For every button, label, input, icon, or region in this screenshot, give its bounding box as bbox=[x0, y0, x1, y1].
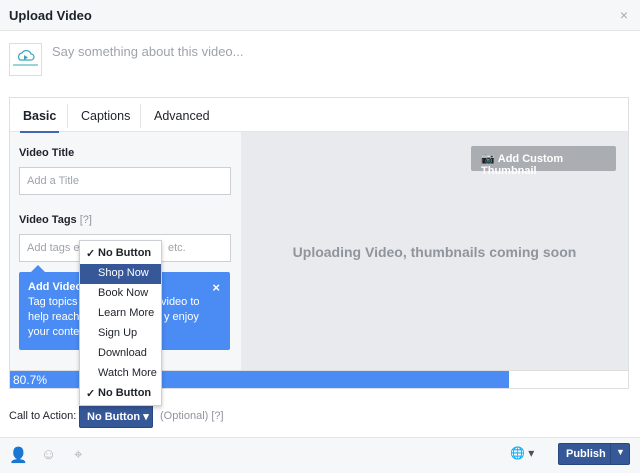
tab-captions[interactable]: Captions bbox=[81, 109, 130, 123]
menu-item[interactable]: ✓ No Button bbox=[80, 384, 161, 404]
call-to-action-label: Call to Action: bbox=[9, 410, 77, 422]
check-icon: ✓ bbox=[86, 248, 96, 260]
tab-basic[interactable]: Basic bbox=[19, 109, 60, 133]
call-to-action-menu: ✓ No Button Shop Now Book Now Learn More Sign… bbox=[79, 240, 162, 406]
dialog-footer bbox=[0, 437, 640, 473]
location-icon[interactable]: ⌖ bbox=[74, 446, 82, 463]
menu-item[interactable]: Watch More bbox=[80, 364, 161, 384]
close-icon[interactable]: × bbox=[620, 7, 628, 23]
emoji-icon[interactable]: ☺ bbox=[41, 446, 56, 463]
menu-item[interactable]: ✓ No Button bbox=[80, 244, 161, 264]
add-custom-thumbnail-button[interactable]: 📷 Add Custom Thumbnail bbox=[471, 146, 616, 177]
dialog-title: Upload Video bbox=[9, 8, 92, 23]
divider bbox=[140, 104, 141, 128]
globe-icon: 🌐 bbox=[510, 446, 525, 460]
menu-item[interactable]: Book Now bbox=[80, 284, 161, 304]
camera-icon: 📷 bbox=[481, 153, 498, 165]
cloud-play-logo-icon bbox=[13, 50, 38, 66]
tag-person-icon[interactable]: 👤 bbox=[9, 446, 28, 464]
audience-selector[interactable]: 🌐 ▾ bbox=[510, 446, 534, 460]
optional-hint: (Optional) [?] bbox=[160, 410, 224, 422]
call-to-action-dropdown[interactable]: No Button ▾ bbox=[79, 404, 153, 428]
status-input[interactable]: Say something about this video... bbox=[52, 44, 244, 59]
video-tags-label: Video Tags [?] bbox=[19, 214, 92, 226]
check-icon: ✓ bbox=[86, 388, 96, 400]
menu-item[interactable]: Sign Up bbox=[80, 324, 161, 344]
menu-item[interactable]: Shop Now bbox=[80, 264, 161, 284]
caret-down-icon: ▾ bbox=[143, 411, 149, 423]
video-title-input[interactable]: Add a Title bbox=[19, 167, 231, 195]
publish-options-caret-icon[interactable]: ▼ bbox=[610, 444, 630, 464]
help-link[interactable]: [?] bbox=[80, 214, 92, 226]
tab-bar: Basic Captions Advanced bbox=[10, 98, 628, 133]
page-avatar bbox=[9, 43, 42, 76]
uploading-message: Uploading Video, thumbnails coming soon bbox=[292, 244, 577, 260]
tab-advanced[interactable]: Advanced bbox=[154, 109, 210, 123]
dialog-header bbox=[0, 0, 640, 31]
close-icon[interactable]: × bbox=[212, 280, 220, 295]
video-title-label: Video Title bbox=[19, 147, 75, 159]
progress-label: 80.7% bbox=[13, 373, 48, 387]
menu-item[interactable]: Download bbox=[80, 344, 161, 364]
publish-button[interactable]: Publish ▼ bbox=[558, 443, 630, 465]
divider bbox=[67, 104, 68, 128]
menu-item[interactable]: Learn More bbox=[80, 304, 161, 324]
